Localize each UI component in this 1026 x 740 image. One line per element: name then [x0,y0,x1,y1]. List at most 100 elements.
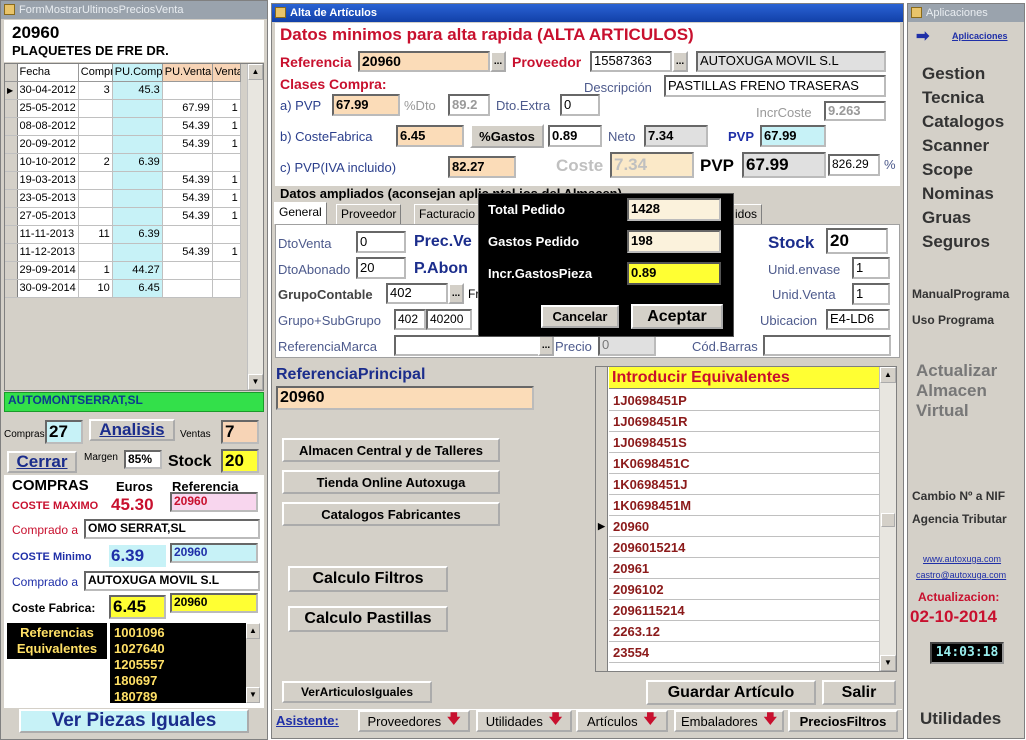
a-pvp-input[interactable]: 67.99 [332,94,400,116]
coste-minimo-value[interactable]: 6.39 [109,545,166,567]
email-link[interactable]: castro@autoxuga.com [916,570,1006,580]
pvp2-value[interactable]: 67.99 [742,152,826,178]
precio-input[interactable]: 0 [598,335,656,356]
referencia-principal-input[interactable]: 20960 [276,386,534,410]
coste-maximo-value[interactable]: 45.30 [109,494,166,516]
unid-venta-input[interactable]: 1 [852,283,890,305]
scroll-thumb[interactable] [881,513,895,527]
equivalente-item[interactable]: 1J0698451R [609,411,879,432]
almacen-central-button[interactable]: Almacen Central y de Talleres [282,438,500,462]
total-pedido-input[interactable]: 1428 [627,198,721,221]
column-header[interactable]: Venta [212,64,241,82]
guardar-articulo-button[interactable]: Guardar Artículo [646,680,816,705]
menu-item-scanner[interactable]: Scanner [922,136,989,156]
cambio-nif-link[interactable]: Cambio Nº a NIF [912,489,1005,503]
menu-item-nominas[interactable]: Nominas [922,184,994,204]
agencia-tributaria-link[interactable]: Agencia Tributar [912,512,1007,526]
incr-coste-input[interactable]: 9.263 [824,101,886,121]
row-selector[interactable] [5,243,18,262]
pvp-value[interactable]: 67.99 [760,125,826,147]
gastos-pedido-input[interactable]: 198 [627,230,721,253]
equivalente-item[interactable]: 1J0698451S [609,432,879,453]
menu-item-tecnica[interactable]: Tecnica [922,88,984,108]
referencia-lookup-button[interactable]: ... [490,51,506,72]
table-row[interactable]: 25-05-2012 67.99 1 [5,99,241,118]
scroll-down-icon[interactable]: ▼ [880,655,896,671]
row-selector[interactable]: ▶ [5,81,18,100]
proveedores-button[interactable]: Proveedores 🡇 [358,710,470,732]
table-row[interactable]: 19-03-2013 54.39 1 [5,171,241,190]
embaladores-button[interactable]: Embaladores 🡇 [674,710,784,732]
equivalente-item[interactable]: 23554 [609,642,879,663]
column-header[interactable]: PU.Venta [162,64,213,82]
tab-general[interactable]: General [274,202,327,224]
table-row[interactable]: 20-09-2012 54.39 1 [5,135,241,154]
dto-input[interactable]: 89.2 [448,94,490,116]
scroll-down-icon[interactable]: ▼ [246,687,260,703]
coste-maximo-ref[interactable]: 20960 [170,492,258,512]
ubicacion-input[interactable]: E4-LD6 [826,309,890,330]
row-selector[interactable] [5,189,18,208]
proveedor-input[interactable]: 15587363 [590,51,672,72]
table-row[interactable]: 23-05-2013 54.39 1 [5,189,241,208]
referencia-marca-input[interactable] [394,335,544,356]
table-row[interactable]: 30-09-2014 10 6.45 [5,279,241,298]
ref-equiv-scrollbar[interactable]: ▲ ▼ [246,623,260,703]
prices-grid-scrollbar[interactable]: ▲ ▼ [247,64,263,390]
analisis-button[interactable]: Analisis [89,419,175,441]
table-row[interactable]: 10-10-2012 2 6.39 [5,153,241,172]
equivalentes-list[interactable]: 1J0698451P 1J0698451R 1J0698451S 1K0698451C… [598,390,879,663]
comprado-a-2[interactable]: AUTOXUGA MOVIL S.L [84,571,260,591]
salir-button[interactable]: Salir [822,680,896,705]
compras-value[interactable]: 27 [45,420,83,444]
descripcion-input[interactable]: PASTILLAS FRENO TRASERAS [664,75,886,97]
coste-minimo-ref[interactable]: 20960 [170,543,258,563]
left-window-titlebar[interactable]: FormMostrarUltimosPreciosVenta [1,1,267,19]
menu-item-catalogos[interactable]: Catalogos [922,112,1004,132]
cod-barras-input[interactable] [763,335,891,356]
column-header[interactable]: Fecha [17,64,79,82]
equivalente-item[interactable]: 2263.12 [609,621,879,642]
equivalente-item[interactable]: 2096015214 [609,537,879,558]
column-header[interactable]: Compra [78,64,113,82]
articulos-button[interactable]: Artículos 🡇 [576,710,668,732]
tab-pedidos[interactable]: idos [730,204,763,224]
ref-equiv-item[interactable]: 180789 [114,689,256,703]
prices-grid[interactable]: FechaCompraPU.CompraPU.VentaVenta▶30-04-… [4,63,264,391]
equivalente-item[interactable]: ▶ 20960 [598,516,879,537]
proveedor-name[interactable]: AUTOXUGA MOVIL S.L [696,51,886,72]
aplicaciones-link[interactable]: ➡ Aplicaciones [912,26,1022,48]
margen-value[interactable]: 85% [124,450,162,469]
grupo-input[interactable]: 402 [394,309,426,330]
equivalentes-grid[interactable]: Introducir Equivalentes 1J0698451P 1J0698… [595,366,897,672]
uso-programa-link[interactable]: Uso Programa [912,313,994,327]
dto-extra-input[interactable]: 0 [560,94,600,116]
c-pvp-iva-input[interactable]: 82.27 [448,156,516,178]
row-selector[interactable] [5,261,18,280]
row-selector[interactable] [5,153,18,172]
table-row[interactable]: ▶ 30-04-2012 3 45.3 [5,81,241,100]
table-row[interactable]: 27-05-2013 54.39 1 [5,207,241,226]
row-selector[interactable] [5,135,18,154]
row-selector[interactable] [5,171,18,190]
table-row[interactable]: 08-08-2012 54.39 1 [5,117,241,136]
equivalente-item[interactable]: 1J0698451P [609,390,879,411]
equivalente-item[interactable]: 1K0698451M [609,495,879,516]
menu-item-seguros[interactable]: Seguros [922,232,990,252]
dtoabonado-input[interactable]: 20 [356,257,406,279]
aceptar-button[interactable]: Aceptar [631,304,723,329]
cancelar-button[interactable]: Cancelar [541,305,619,328]
actualizar-almacen-link[interactable]: Actualizar Almacen Virtual [916,361,1020,421]
menu-item-gestion[interactable]: Gestion [922,64,985,84]
grupo-contable-input[interactable]: 402 [386,283,448,304]
equivalentes-scrollbar[interactable]: ▲ ▼ [879,367,896,671]
coste-fabrica-ref[interactable]: 20960 [170,593,258,613]
comprado-a-1[interactable]: OMO SERRAT,SL [84,519,260,539]
tab-facturacion[interactable]: Facturacio [414,204,481,224]
proveedor-lookup-button[interactable]: ... [672,51,688,72]
row-selector[interactable] [5,225,18,244]
equivalente-item[interactable]: 1K0698451J [609,474,879,495]
menu-item-scope[interactable]: Scope [922,160,973,180]
referencia-input[interactable]: 20960 [358,51,490,72]
table-row[interactable]: 11-12-2013 54.39 1 [5,243,241,262]
